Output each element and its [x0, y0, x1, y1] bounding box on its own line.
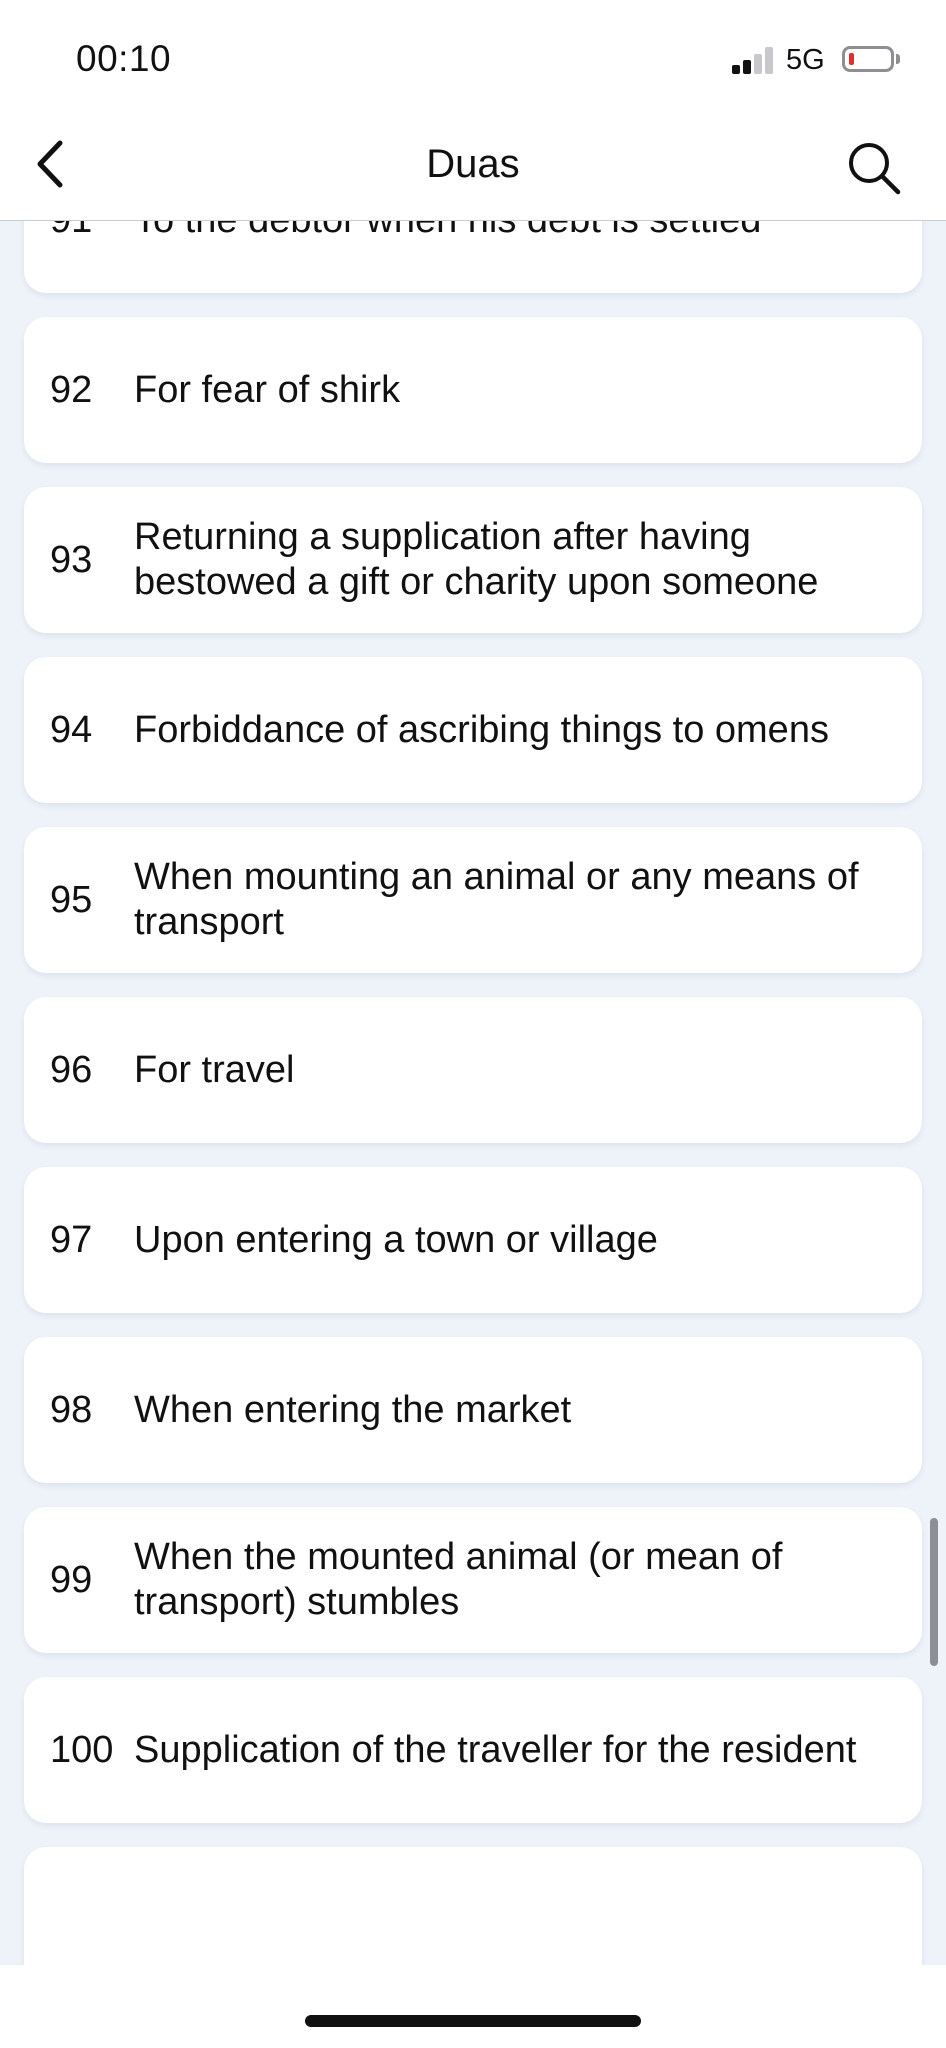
battery-icon [842, 46, 894, 72]
dua-title: Upon entering a town or village [134, 1218, 658, 1261]
dua-list-item[interactable]: 94 Forbiddance of ascribing things to om… [24, 657, 922, 803]
dua-number: 96 [50, 1048, 93, 1091]
dua-list-item[interactable] [24, 1847, 922, 1965]
dua-title: Forbiddance of ascribing things to omens [134, 708, 829, 751]
search-icon [849, 143, 901, 195]
dua-list[interactable]: 91 To the debtor when his debt is settle… [0, 221, 946, 1965]
dua-title: Returning a supplication after having be… [134, 516, 819, 603]
dua-list-item[interactable]: 99 When the mounted animal (or mean of t… [24, 1507, 922, 1653]
dua-list-item[interactable]: 97 Upon entering a town or village [24, 1167, 922, 1313]
dua-number: 94 [50, 708, 93, 751]
dua-list-item[interactable]: 95 When mounting an animal or any means … [24, 827, 922, 973]
bottom-safe-area [0, 1965, 946, 2048]
battery-level [849, 53, 854, 65]
scrollbar[interactable] [930, 1518, 938, 1666]
dua-list-item[interactable]: 98 When entering the market [24, 1337, 922, 1483]
signal-strength-icon [732, 46, 776, 74]
dua-number: 95 [50, 878, 93, 921]
dua-title: Supplication of the traveller for the re… [134, 1728, 857, 1771]
navigation-bar: Duas [0, 118, 946, 221]
dua-number: 99 [50, 1558, 93, 1601]
dua-title: For fear of shirk [134, 368, 401, 411]
dua-number: 92 [50, 368, 93, 411]
dua-title: When mounting an animal or any means of … [134, 856, 859, 943]
dua-number: 97 [50, 1218, 93, 1261]
chevron-left-icon [37, 140, 63, 188]
page-title: Duas [426, 142, 520, 186]
status-bar: 00:10 5G [0, 0, 946, 118]
back-button[interactable] [18, 132, 82, 196]
dua-number: 91 [50, 221, 92, 293]
dua-number: 100 [50, 1728, 114, 1771]
dua-list-item[interactable]: 93 Returning a supplication after having… [24, 487, 922, 633]
home-indicator[interactable] [305, 2015, 641, 2027]
dua-number: 98 [50, 1388, 93, 1431]
dua-title: When the mounted animal (or mean of tran… [134, 1536, 783, 1623]
dua-title: When entering the market [134, 1388, 572, 1431]
search-button[interactable] [838, 132, 910, 204]
dua-title: For travel [134, 1048, 295, 1091]
dua-list-item[interactable]: 100 Supplication of the traveller for th… [24, 1677, 922, 1823]
dua-list-item[interactable]: 92 For fear of shirk [24, 317, 922, 463]
dua-title: To the debtor when his debt is settled [134, 221, 914, 293]
dua-list-item[interactable]: 96 For travel [24, 997, 922, 1143]
dua-number: 93 [50, 538, 93, 581]
status-time: 00:10 [76, 38, 172, 79]
battery-tip [896, 54, 900, 64]
dua-list-item[interactable]: 91 To the debtor when his debt is settle… [24, 221, 922, 293]
network-type: 5G [786, 44, 825, 76]
